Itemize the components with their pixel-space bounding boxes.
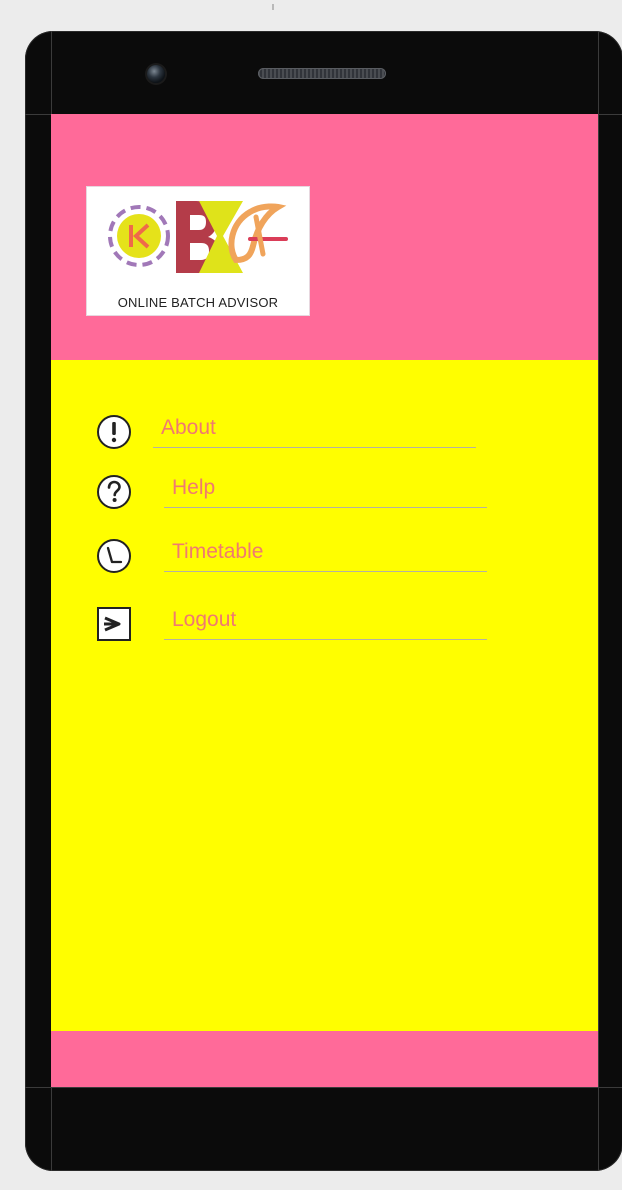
navigation-drawer: About Help Timetable Logout <box>51 360 598 1031</box>
canvas: ONLINE BATCH ADVISOR About Help Timetabl… <box>0 0 622 1190</box>
menu-item-logout[interactable]: Logout <box>96 600 496 646</box>
menu-label-logout: Logout <box>172 608 237 631</box>
menu-underline-logout <box>164 639 487 640</box>
menu-item-timetable[interactable]: Timetable <box>96 532 496 578</box>
drawer-header: ONLINE BATCH ADVISOR <box>51 114 598 360</box>
speaker-grill <box>258 68 386 79</box>
help-icon <box>97 475 131 509</box>
info-icon <box>97 415 131 449</box>
menu-underline-about <box>153 447 476 448</box>
logout-icon <box>97 607 131 641</box>
menu-underline-timetable <box>164 571 487 572</box>
menu-item-help[interactable]: Help <box>96 468 496 514</box>
clock-icon <box>97 539 131 573</box>
menu-label-about: About <box>161 416 216 439</box>
top-tick <box>272 4 274 10</box>
menu-item-about[interactable]: About <box>96 408 496 454</box>
app-screen: ONLINE BATCH ADVISOR About Help Timetabl… <box>51 114 598 1087</box>
bottom-bar <box>51 1031 598 1087</box>
menu-label-timetable: Timetable <box>172 540 264 563</box>
logo-card: ONLINE BATCH ADVISOR <box>86 186 310 316</box>
frame-guide-right <box>598 31 599 1171</box>
camera-icon <box>147 65 165 83</box>
menu-underline-help <box>164 507 487 508</box>
brand-text: ONLINE BATCH ADVISOR <box>117 295 279 310</box>
menu-label-help: Help <box>172 476 216 499</box>
phone-frame: ONLINE BATCH ADVISOR About Help Timetabl… <box>25 31 622 1171</box>
frame-guide-bottom <box>25 1087 622 1088</box>
